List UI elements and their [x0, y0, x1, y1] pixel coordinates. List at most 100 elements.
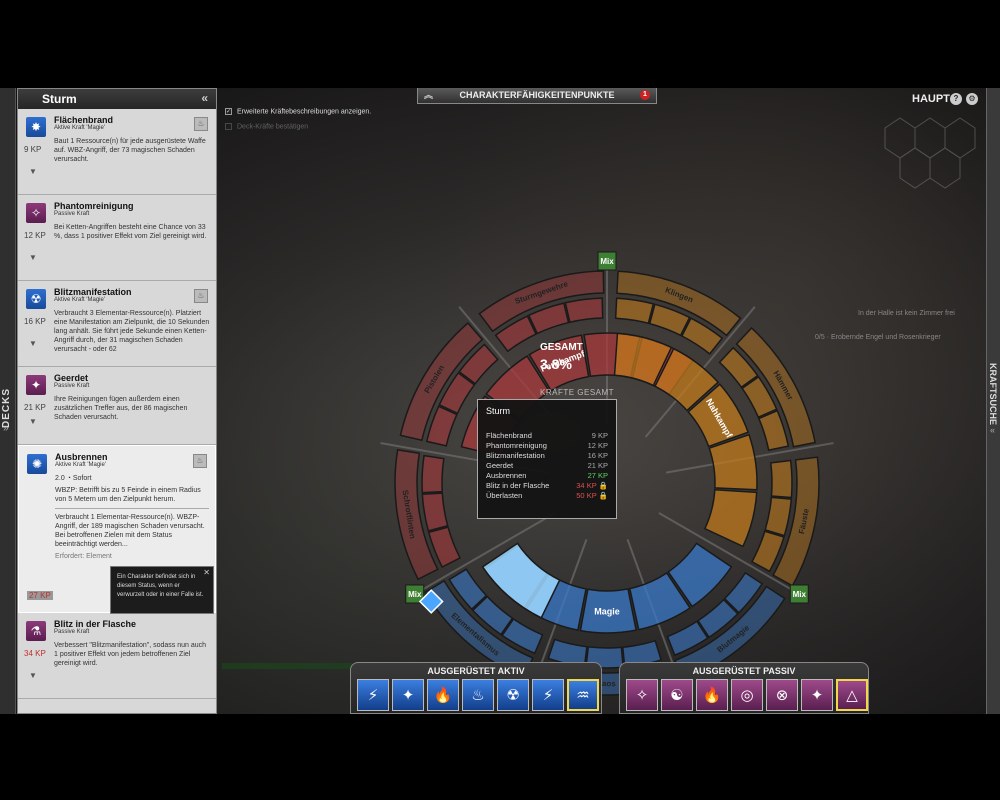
power-type: Passive Kraft [54, 383, 90, 389]
power-type: Passive Kraft [54, 211, 90, 217]
power-target: WBZP: Betrifft bis zu 5 Feinde in einem … [55, 487, 201, 503]
decks-label: DECKS [1, 388, 12, 429]
equipped-passive-bar: AUSGERÜSTET PASSIV ✧ ☯ 🔥 ◎ ⊗ ✦ △ [619, 662, 869, 714]
power-card-blitzmanifestation[interactable]: ☢ 16 KP ▼ ♨ Blitzmanifestation Aktive Kr… [18, 281, 216, 367]
equipped-active-label: AUSGERÜSTET AKTIV [427, 666, 525, 676]
table-row: Geerdet 21 KP [486, 460, 608, 470]
row-kp: 34 KP 🔒 [567, 480, 608, 490]
panel-title: Sturm [42, 92, 77, 106]
passive-slot-5[interactable]: ⊗ [766, 679, 798, 711]
panel-header: Sturm « [18, 89, 216, 109]
power-type: Aktive Kraft 'Magie' [55, 462, 106, 468]
total-value: 3.8% [540, 356, 572, 372]
status-tooltip-text: Ein Charakter befindet sich in diesem St… [117, 574, 204, 598]
expand-arrow-icon[interactable]: ▼ [29, 671, 37, 680]
passive-slot-2[interactable]: ☯ [661, 679, 693, 711]
expand-arrow-icon[interactable]: ▼ [29, 167, 37, 176]
power-cost: 27 KP [27, 591, 53, 600]
wheel-tier-cell[interactable] [421, 454, 445, 494]
active-slot-3[interactable]: 🔥 [427, 679, 459, 711]
passive-slot-4[interactable]: ◎ [731, 679, 763, 711]
cast-value: 2.0 [55, 475, 65, 482]
game-stage: In der Halle ist kein Zimmer frei 0/5 · … [0, 88, 1000, 714]
chevron-left-icon[interactable]: « [990, 425, 995, 435]
geerdet-icon: ✦ [26, 375, 46, 395]
table-row: Flächenbrand 9 KP [486, 430, 608, 440]
blitzmanifestation-icon: ☢ [26, 289, 46, 309]
power-type: Aktive Kraft 'Magie' [54, 297, 105, 303]
active-slot-5[interactable]: ☢ [497, 679, 529, 711]
row-kp-value: 34 KP [576, 480, 597, 490]
total-label: GESAMT [540, 342, 583, 353]
active-slot-1[interactable]: ⚡ [357, 679, 389, 711]
power-cost: 9 KP [24, 145, 42, 154]
active-slot-4[interactable]: ♨ [462, 679, 494, 711]
power-card-geerdet[interactable]: ✦ 21 KP ▼ Geerdet Passive Kraft Ihre Rei… [18, 367, 216, 445]
mix-top-label: Mix [600, 257, 614, 266]
row-kp: 12 KP [587, 440, 608, 450]
row-kp: 50 KP 🔒 [567, 490, 608, 500]
power-cost: 34 KP [24, 649, 46, 658]
wheel-tier-cell[interactable] [757, 409, 790, 451]
power-card-flaechenbrand[interactable]: ✸ 9 KP ▼ ♨ Flächenbrand Aktive Kraft 'Ma… [18, 109, 216, 195]
row-name: Blitz in der Flasche [486, 480, 550, 490]
table-row: Ausbrennen 27 KP [486, 470, 608, 480]
wheel-tier-cell[interactable] [764, 496, 793, 537]
powers-total-label: KRÄFTE GESAMT [540, 388, 615, 397]
expand-arrow-icon[interactable]: ▼ [29, 253, 37, 262]
lock-icon: 🔒 [598, 480, 608, 490]
power-desc: Baut 1 Ressource(n) für jede ausgerüstet… [54, 138, 206, 163]
total-block: GESAMT 3.8% KRÄFTE GESAMT [540, 342, 614, 397]
power-desc: Ihre Reinigungen fügen außerdem einen zu… [54, 396, 188, 421]
row-name: Ausbrennen [486, 470, 527, 480]
expand-arrow-icon[interactable]: ▼ [29, 339, 37, 348]
flame-icon: ♨ [194, 117, 208, 131]
power-title: Phantomreinigung [54, 201, 134, 211]
power-cost: 16 KP [24, 317, 46, 326]
category-label: Magie [594, 606, 620, 616]
active-slot-6[interactable]: ⚡ [532, 679, 564, 711]
power-desc: Verbessert "Blitzmanifestation", sodass … [54, 642, 207, 667]
health-bar [222, 663, 352, 669]
wheel-tier-cell[interactable] [421, 492, 449, 532]
power-title: Blitz in der Flasche [54, 619, 137, 629]
cast-time: 2.0 ◔ Sofort [55, 474, 209, 483]
wheel-tier-cell[interactable] [564, 297, 604, 324]
active-slot-2[interactable]: ✦ [392, 679, 424, 711]
row-name: Geerdet [486, 460, 514, 470]
power-cost: 21 KP [24, 403, 46, 412]
wheel-tier-cell[interactable] [769, 459, 793, 499]
decks-tab[interactable]: DECKS » [0, 88, 16, 714]
clock-icon: ◔ [66, 475, 71, 482]
power-title: Ausbrennen [55, 452, 108, 462]
power-card-blitz-in-der-flasche[interactable]: ⚗ 34 KP ▼ Blitz in der Flasche Passive K… [18, 613, 216, 699]
collapse-icon[interactable]: « [201, 91, 208, 105]
active-slot-7[interactable]: ♒ [567, 679, 599, 711]
power-card-phantomreinigung[interactable]: ✧ 12 KP ▼ Phantomreinigung Passive Kraft… [18, 195, 216, 281]
chevron-right-icon[interactable]: » [3, 423, 9, 434]
wheel-category-cell[interactable] [703, 488, 758, 548]
passive-slot-6[interactable]: ✦ [801, 679, 833, 711]
power-effect: Verbraucht 1 Elementar-Ressource(n). WBZ… [55, 514, 205, 548]
table-row: Blitzmanifestation 16 KP [486, 450, 608, 460]
passive-slots: ✧ ☯ 🔥 ◎ ⊗ ✦ △ [626, 679, 868, 711]
expand-arrow-icon[interactable]: ▼ [29, 417, 37, 426]
wheel-tier-cell[interactable] [614, 297, 655, 325]
row-kp: 9 KP [591, 430, 608, 440]
divider [55, 508, 209, 509]
power-title: Flächenbrand [54, 115, 114, 125]
close-icon[interactable]: ✕ [203, 568, 210, 577]
passive-slot-7[interactable]: △ [836, 679, 868, 711]
mix-left-label: Mix [408, 590, 422, 599]
passive-slot-1[interactable]: ✧ [626, 679, 658, 711]
row-kp-value: 50 KP [576, 490, 597, 500]
passive-slot-3[interactable]: 🔥 [696, 679, 728, 711]
table-row: Phantomreinigung 12 KP [486, 440, 608, 450]
row-kp: 27 KP [587, 470, 608, 480]
status-tooltip: ✕ Ein Charakter befindet sich in diesem … [110, 566, 214, 614]
deck-panel: Sturm « ✸ 9 KP ▼ ♨ Flächenbrand Aktive K… [17, 88, 217, 714]
power-desc: Verbraucht 3 Elementar-Ressource(n). Pla… [54, 310, 210, 353]
deck-tooltip-title: Sturm [486, 406, 511, 416]
mix-right-label: Mix [793, 590, 807, 599]
ausbrennen-icon: ✺ [27, 454, 47, 474]
